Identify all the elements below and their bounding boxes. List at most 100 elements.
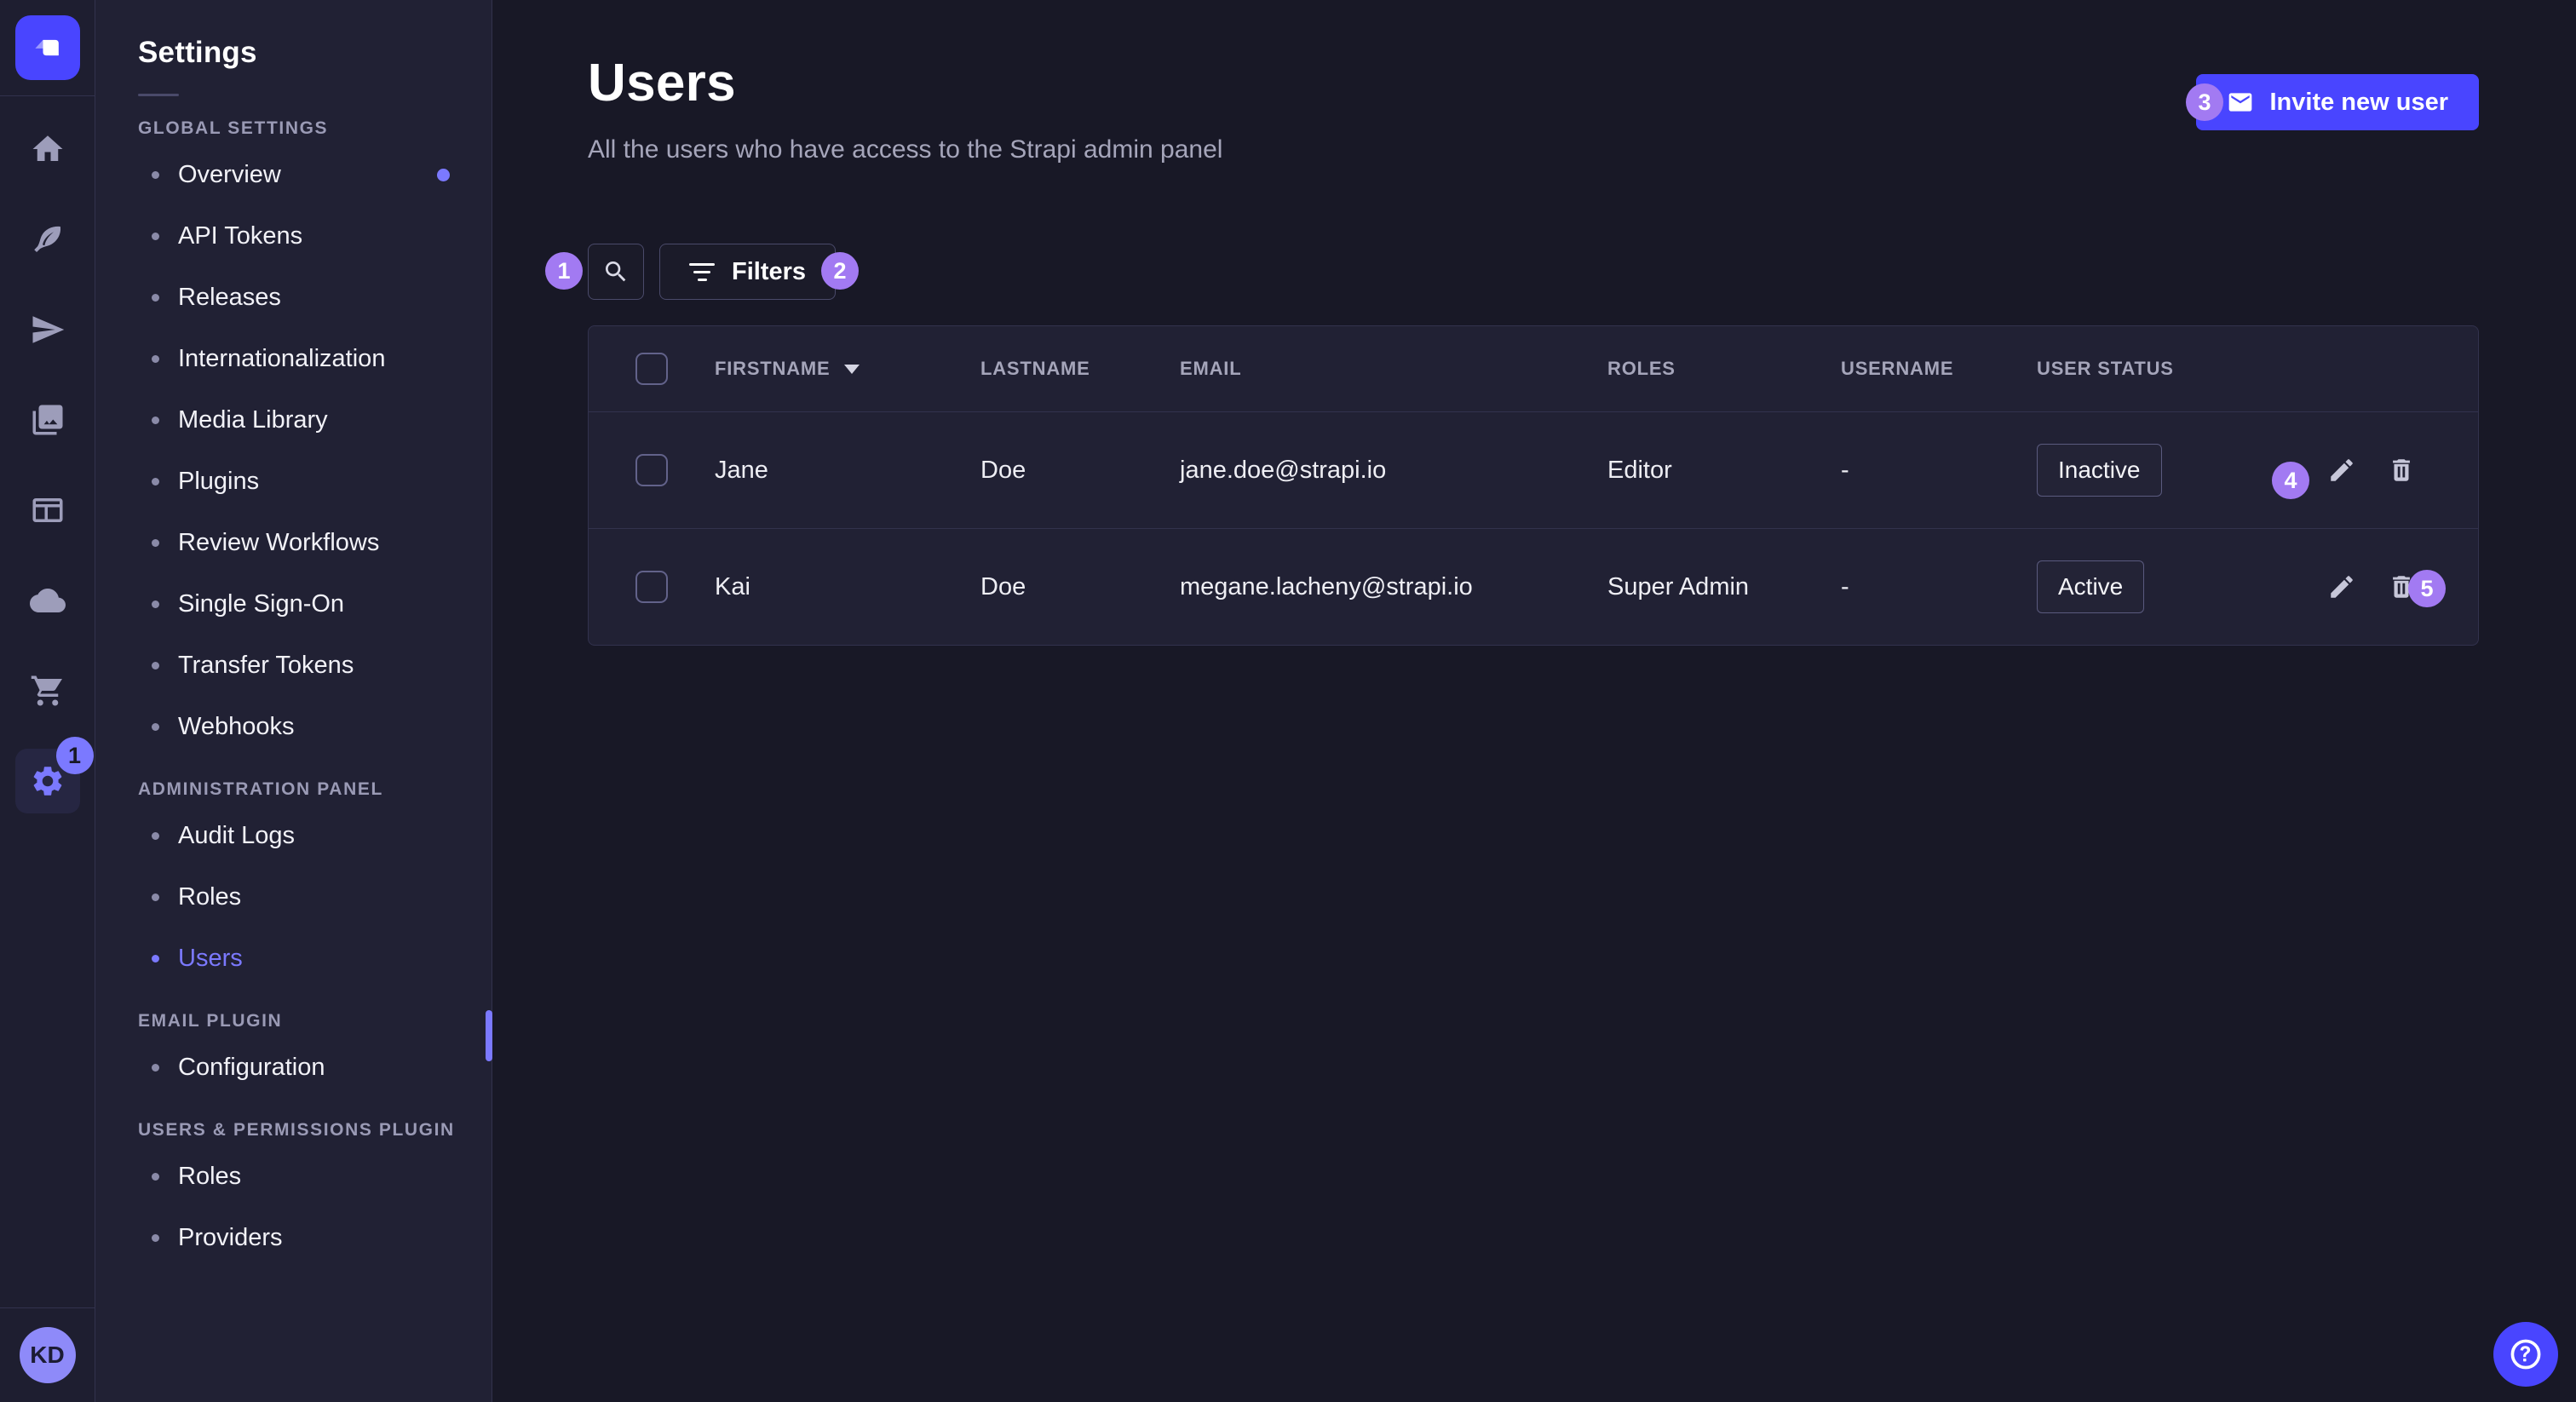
sidebar-title-divider <box>138 94 179 96</box>
cell-username: - <box>1810 457 2006 485</box>
sidebar-item-users[interactable]: Users <box>138 928 469 989</box>
cell-lastname: Doe <box>950 457 1149 485</box>
annotation-badge-3: 3 <box>2186 83 2223 121</box>
sidebar-item-media-library[interactable]: Media Library <box>138 389 469 451</box>
rail-icon-list: 1 <box>0 96 95 813</box>
sidebar-item-list: Configuration <box>138 1037 492 1098</box>
sidebar-item-label: Transfer Tokens <box>178 652 354 680</box>
sidebar-item-webhooks[interactable]: Webhooks <box>138 696 469 757</box>
column-header-firstname[interactable]: FIRSTNAME <box>684 358 950 380</box>
sidebar-title: Settings <box>138 36 492 70</box>
sidebar-section: GLOBAL SETTINGS Overview API Tokens Rele… <box>138 118 492 757</box>
content-manager-feather-icon[interactable] <box>15 207 80 272</box>
trash-icon <box>2387 456 2416 485</box>
sidebar-item-api-tokens[interactable]: API Tokens <box>138 205 469 267</box>
cell-roles: Editor <box>1577 457 1810 485</box>
sidebar-item-label: Users <box>178 945 243 973</box>
sidebar-item-releases[interactable]: Releases <box>138 267 469 328</box>
bullet-icon <box>152 955 159 962</box>
sidebar-item-providers[interactable]: Providers <box>138 1207 469 1268</box>
sidebar-item-label: Review Workflows <box>178 529 379 557</box>
sidebar-section-header: EMAIL PLUGIN <box>138 1011 492 1031</box>
user-status-badge: Active <box>2037 560 2144 613</box>
column-header-roles[interactable]: ROLES <box>1577 358 1810 380</box>
help-button[interactable] <box>2493 1322 2558 1387</box>
deployments-cloud-icon[interactable] <box>15 568 80 633</box>
home-icon[interactable] <box>15 117 80 181</box>
page-header: Users All the users who have access to t… <box>492 0 2576 164</box>
search-icon <box>602 258 630 285</box>
sidebar-item-label: Single Sign-On <box>178 590 344 618</box>
sidebar-item-label: Media Library <box>178 406 328 434</box>
row-checkbox[interactable] <box>635 571 668 603</box>
sidebar-item-list: Roles Providers <box>138 1146 492 1268</box>
sidebar-sections: GLOBAL SETTINGS Overview API Tokens Rele… <box>138 118 492 1268</box>
sidebar-section-header: USERS & PERMISSIONS PLUGIN <box>138 1120 492 1141</box>
edit-user-button[interactable] <box>2325 453 2359 487</box>
column-header-username[interactable]: USERNAME <box>1810 358 2006 380</box>
envelope-icon <box>2227 89 2254 116</box>
sidebar-item-list: Audit Logs Roles Users <box>138 805 492 989</box>
sidebar-item-roles[interactable]: Roles <box>138 1146 469 1207</box>
sidebar-section-header: ADMINISTRATION PANEL <box>138 779 492 800</box>
rail-footer: KD <box>0 1307 95 1402</box>
sort-desc-icon <box>844 365 860 374</box>
table-header-row: FIRSTNAME LASTNAME EMAIL ROLES USERNAME … <box>589 326 2478 411</box>
bullet-icon <box>152 662 159 669</box>
sidebar-item-label: Webhooks <box>178 713 295 741</box>
bullet-icon <box>152 233 159 240</box>
sidebar-item-label: API Tokens <box>178 222 302 250</box>
sidebar-item-plugins[interactable]: Plugins <box>138 451 469 512</box>
sidebar-item-label: Plugins <box>178 468 259 496</box>
bullet-icon <box>152 832 159 840</box>
bullet-icon <box>152 723 159 731</box>
sidebar-item-transfer-tokens[interactable]: Transfer Tokens <box>138 635 469 696</box>
sidebar-item-overview[interactable]: Overview <box>138 144 469 205</box>
sidebar-item-single-sign-on[interactable]: Single Sign-On <box>138 573 469 635</box>
filters-button[interactable]: Filters <box>659 244 836 300</box>
sidebar-active-indicator <box>486 1010 492 1061</box>
strapi-logo[interactable] <box>15 15 80 80</box>
content-type-builder-icon[interactable] <box>15 478 80 543</box>
filters-label: Filters <box>732 258 806 286</box>
pencil-icon <box>2327 572 2356 601</box>
sidebar-item-configuration[interactable]: Configuration <box>138 1037 469 1098</box>
question-mark-icon <box>2507 1336 2544 1373</box>
sidebar-item-label: Roles <box>178 883 241 911</box>
delete-user-button[interactable] <box>2384 453 2418 487</box>
row-checkbox[interactable] <box>635 454 668 486</box>
sidebar-item-label: Providers <box>178 1224 283 1252</box>
bullet-icon <box>152 893 159 901</box>
sidebar-item-label: Configuration <box>178 1054 325 1082</box>
filter-lines-icon <box>689 263 715 281</box>
sidebar-section: ADMINISTRATION PANEL Audit Logs Roles Us… <box>138 779 492 989</box>
sidebar-section-header: GLOBAL SETTINGS <box>138 118 492 139</box>
sidebar-item-label: Overview <box>178 161 281 189</box>
sidebar-item-roles[interactable]: Roles <box>138 866 469 928</box>
media-library-icon[interactable] <box>15 388 80 452</box>
column-header-user-status[interactable]: USER STATUS <box>2006 358 2262 380</box>
cell-email: jane.doe@strapi.io <box>1149 457 1577 485</box>
select-all-checkbox[interactable] <box>635 353 668 385</box>
releases-plane-icon[interactable] <box>15 297 80 362</box>
sidebar-item-label: Audit Logs <box>178 822 295 850</box>
invite-new-user-button[interactable]: Invite new user <box>2196 74 2479 130</box>
sidebar-item-audit-logs[interactable]: Audit Logs <box>138 805 469 866</box>
search-button[interactable] <box>588 244 644 300</box>
table-row[interactable]: Kai Doe megane.lacheny@strapi.io Super A… <box>589 528 2478 645</box>
table-row[interactable]: Jane Doe jane.doe@strapi.io Editor - Ina… <box>589 411 2478 528</box>
settings-gear-icon[interactable]: 1 <box>15 749 80 813</box>
sidebar-item-internationalization[interactable]: Internationalization <box>138 328 469 389</box>
edit-user-button[interactable] <box>2325 570 2359 604</box>
sidebar-item-label: Releases <box>178 284 281 312</box>
column-header-email[interactable]: EMAIL <box>1149 358 1577 380</box>
marketplace-cart-icon[interactable] <box>15 658 80 723</box>
column-header-lastname[interactable]: LASTNAME <box>950 358 1149 380</box>
user-avatar[interactable]: KD <box>20 1327 76 1383</box>
bullet-icon <box>152 417 159 424</box>
bullet-icon <box>152 478 159 486</box>
sidebar-item-review-workflows[interactable]: Review Workflows <box>138 512 469 573</box>
sidebar-item-label: Roles <box>178 1163 241 1191</box>
sidebar-item-list: Overview API Tokens Releases Internation… <box>138 144 492 757</box>
settings-notification-badge: 1 <box>56 737 94 774</box>
